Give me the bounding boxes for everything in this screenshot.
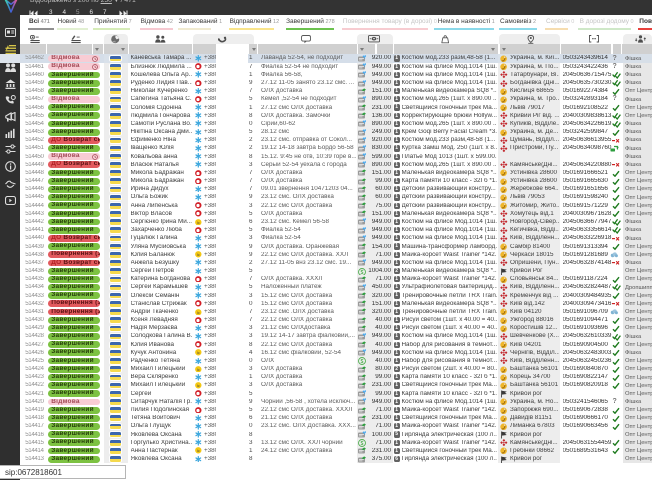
svg-text:lc: lc: [197, 368, 200, 372]
svg-text:lc: lc: [197, 253, 200, 257]
svg-text:lc: lc: [197, 220, 200, 224]
svg-text:lc: lc: [197, 449, 200, 453]
svg-text:lc: lc: [197, 351, 200, 355]
svg-text:lc: lc: [197, 310, 200, 314]
svg-text:lc: lc: [197, 384, 200, 388]
